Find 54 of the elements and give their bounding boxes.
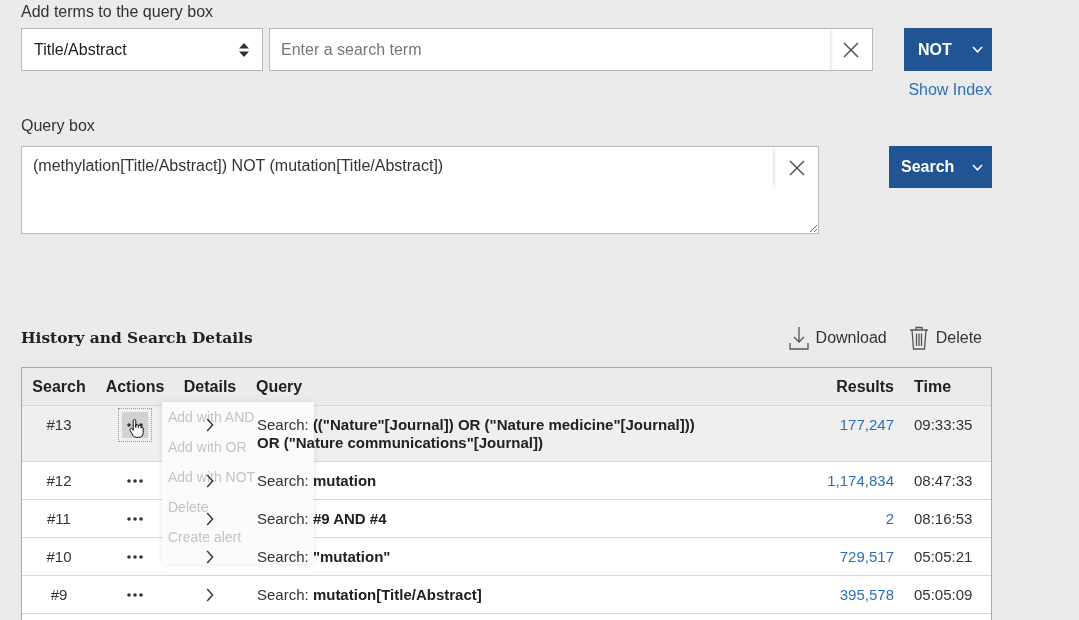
column-header: Details [182,377,238,396]
chevron-down-icon [972,163,983,171]
close-icon [788,159,805,176]
query-box-label: Query box [21,116,95,136]
results-link[interactable]: 729,517 [839,548,894,566]
time-text: 08:47:33 [914,472,973,490]
column-header: Search [31,377,87,396]
column-header: Time [913,377,953,396]
query-text: Search: (("Nature"[Journal]) OR ("Nature medicine"[Journal])) OR ("Nature communications"[Journal]) [257,416,696,452]
hand-cursor-icon [129,419,144,438]
results-link[interactable]: 177,247 [839,416,894,452]
search-number: #11 [47,510,71,528]
query-box-field[interactable]: (methylation[Title/Abstract]) NOT (mutation[Title/Abstract]) [21,146,819,234]
sort-icon [239,42,249,57]
download-icon [788,326,809,350]
search-number: #12 [46,472,72,490]
chevron-right-icon [206,512,214,526]
results-link[interactable]: 1,174,834 [827,472,894,490]
query-text: Search: #9 AND #4 [257,510,387,528]
results-link[interactable]: 395,578 [839,586,894,604]
trash-icon [908,326,929,350]
search-number: #10 [46,548,72,566]
more-icon [127,479,143,483]
clear-button[interactable] [775,147,818,188]
chevron-down-icon [972,46,983,53]
operator-dropdown-button[interactable]: NOT [904,28,992,71]
expand-button[interactable] [206,548,214,566]
expand-button[interactable] [206,586,214,604]
chevron-right-icon [206,550,214,564]
query-text: Search: mutation[Title/Abstract] [257,586,482,604]
expand-button[interactable] [206,510,214,528]
show-index-link[interactable]: Show Index [908,80,992,100]
time-text: 05:05:21 [914,548,973,566]
search-button[interactable]: Search [889,146,992,188]
search-number: #9 [50,586,68,604]
query-text: Search: mutation [257,472,377,490]
time-text: 09:33:35 [914,416,973,435]
delete-button[interactable]: Delete [908,326,982,350]
time-text: 08:16:53 [914,510,973,528]
results-link[interactable]: 2 [885,510,894,528]
field-dropdown[interactable]: Title/Abstract [21,28,263,71]
field-label: Add terms to the query box [21,2,214,22]
query-text: Search: "mutation" [257,548,391,566]
more-icon [127,517,143,521]
more-icon [127,593,143,597]
column-header: Results [835,377,895,396]
more-icon [127,555,143,559]
column-header: Query [255,377,304,396]
section-title: History and Search Details [21,329,253,347]
chevron-right-icon [206,588,214,602]
download-button[interactable]: Download [788,326,887,350]
time-text: 05:05:09 [914,586,973,604]
column-header: Actions [104,377,166,396]
search-number: #13 [46,416,72,435]
